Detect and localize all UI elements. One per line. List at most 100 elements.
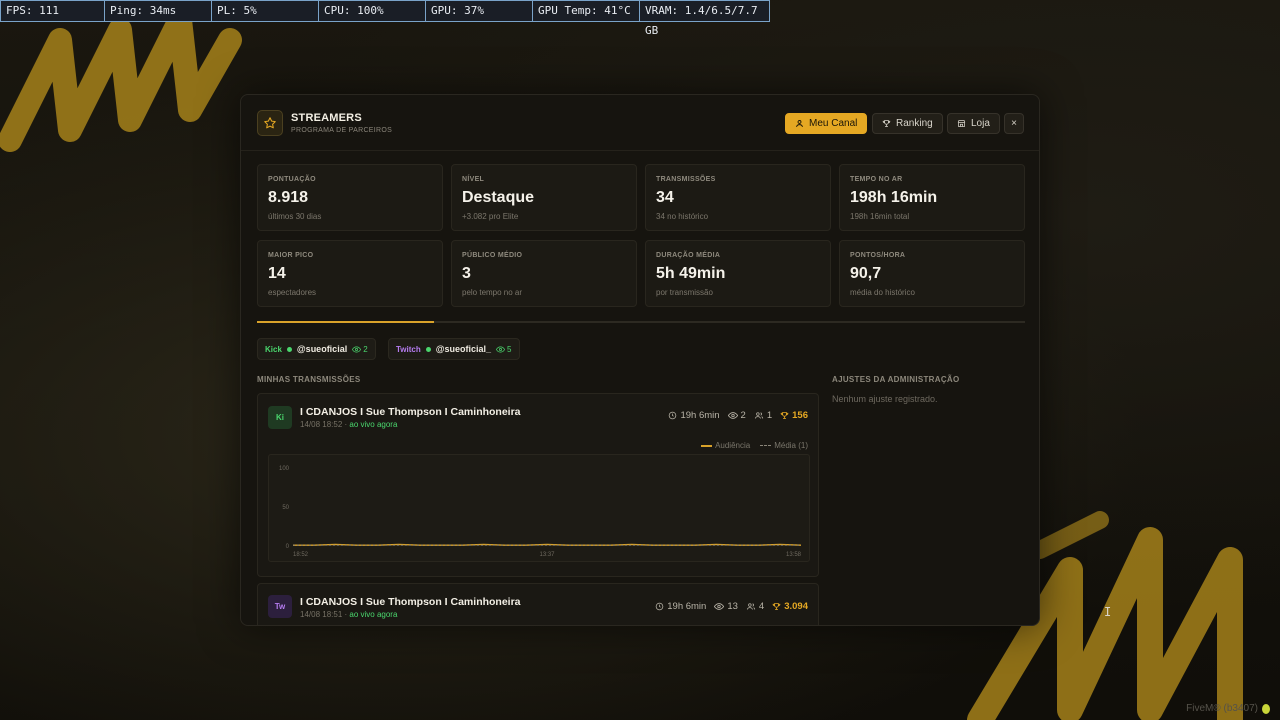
packet-loss-readout: PL: 5% [212,0,319,22]
stat-sub: 34 no histórico [656,212,709,221]
stat-sub: por transmissão [656,288,713,297]
performance-overlay: FPS: 111 Ping: 34ms PL: 5% CPU: 100% GPU… [0,0,770,37]
stat-value: 3 [462,265,471,282]
trophy-icon [772,603,781,610]
stat-label: PONTOS/HORA [850,252,906,259]
stat-sub: média do histórico [850,288,915,297]
stat-value: 34 [656,189,674,206]
stat-value: Destaque [462,189,535,206]
channel-handle: @sueoficial_ [435,344,492,354]
viewer-count-value: 2 [363,344,368,354]
stat-card-points-per-hour: PONTOS/HORA 90,7 média do histórico [839,240,1025,307]
stat-sub: 198h 16min total [850,212,910,221]
fivem-watermark: FiveM® (b3407) [1186,703,1270,714]
platform-name: Twitch [396,344,421,354]
stat-label: NÍVEL [462,176,485,183]
stream-title: I CDANJOS I Sue Thompson I Caminhoneira [300,596,521,608]
background-scribble-left [0,20,242,152]
duration-value: 19h 6min [667,601,707,612]
ping-readout: Ping: 34ms [105,0,212,22]
stat-sub: +3.082 pro Elite [462,212,519,221]
eye-icon [714,603,725,610]
clock-icon [656,602,664,611]
text-cursor-icon: I [1104,605,1112,619]
channel-chip-kick[interactable]: Kick @sueoficial 2 [257,338,376,360]
stream-date: 14/08 18:52 [300,420,343,429]
stat-value: 8.918 [268,189,309,206]
viewers-stat: 2 [727,410,746,421]
gpu-temp-readout: GPU Temp: 41°C [533,0,640,22]
eye-icon [496,345,506,353]
stat-card-airtime: TEMPO NO AR 198h 16min 198h 16min total [839,164,1025,231]
ranking-label: Ranking [896,118,933,129]
star-icon [257,110,283,136]
stat-card-peak: MAIOR PICO 14 espectadores [257,240,443,307]
legend-average-swatch [760,444,772,447]
stream-card[interactable]: Tw I CDANJOS I Sue Thompson I Caminhonei… [257,583,819,625]
duration-stat: 19h 6min [668,410,720,421]
x-tick-label: 18:52 [293,552,309,558]
stream-date: 14/08 18:51 [300,610,343,619]
live-dot-icon [425,346,431,352]
shop-label: Loja [971,118,990,129]
peak-value: 1 [766,410,773,421]
audience-chart-svg: 100 50 018:52 13:37 13:58 [279,466,802,558]
platform-badge: Tw [268,595,292,618]
stat-value: 198h 16min [850,189,938,206]
gpu-readout: GPU: 37% [426,0,533,22]
platform-name: Kick [265,344,282,354]
stream-meta: 14/08 18:52 · ao vivo agora [300,420,398,429]
points-stat: 3.094 [772,601,808,612]
y-tick-label: 100 [279,466,290,472]
y-tick-label: 50 [282,505,289,511]
my-channel-button[interactable]: Meu Canal [785,113,868,134]
channel-chip-twitch[interactable]: Twitch @sueoficial_ 5 [388,338,520,360]
stream-meta: 14/08 18:51 · ao vivo agora [300,610,398,619]
stat-sub: pelo tempo no ar [462,288,523,297]
viewers-value: 13 [727,601,738,612]
stat-label: PONTUAÇÃO [268,176,316,183]
channel-handle: @sueoficial [296,344,348,354]
stat-card-level: NÍVEL Destaque +3.082 pro Elite [451,164,637,231]
y-tick-label: 0 [286,544,290,550]
shop-button[interactable]: Loja [947,113,1000,134]
fps-readout: FPS: 111 [0,0,105,22]
panel-title: STREAMERS [291,112,362,124]
duration-stat: 19h 6min [655,601,706,612]
stat-card-streams: TRANSMISSÕES 34 34 no histórico [645,164,831,231]
users-icon [746,603,756,610]
fivem-brand: FiveM® (b3407) [1186,703,1258,714]
close-button[interactable]: × [1004,113,1024,134]
viewer-count: 5 [496,345,512,354]
level-progress-bar [257,321,1025,323]
viewer-count: 2 [352,344,368,354]
cpu-readout: CPU: 100% [319,0,426,22]
ranking-button[interactable]: Ranking [872,113,943,134]
legend-average-label: Média (1) [774,441,808,450]
eye-icon [727,412,738,419]
stat-value: 14 [268,265,286,282]
stream-title: I CDANJOS I Sue Thompson I Caminhoneira [300,406,521,418]
points-value: 156 [792,410,808,421]
peak-stat: 1 [754,410,772,421]
viewers-value: 2 [740,410,746,421]
stat-label: TEMPO NO AR [850,176,903,183]
x-tick-label: 13:58 [786,552,802,558]
x-tick-label: 13:37 [539,552,555,558]
live-dot-icon [286,346,292,352]
peak-value: 4 [758,601,765,612]
points-value: 3.094 [784,601,808,612]
admin-empty-message: Nenhum ajuste registrado. [832,394,938,404]
trophy-icon [882,120,891,127]
live-status: ao vivo agora [349,610,398,619]
stat-card-avg-audience: PÚBLICO MÉDIO 3 pelo tempo no ar [451,240,637,307]
duration-value: 19h 6min [680,410,720,421]
eye-icon [352,345,362,353]
stat-value: 90,7 [850,265,882,282]
my-streams-heading: MINHAS TRANSMISSÕES [257,375,361,384]
stat-card-score: PONTUAÇÃO 8.918 últimos 30 dias [257,164,443,231]
level-progress-fill [257,321,434,323]
stream-card[interactable]: Ki I CDANJOS I Sue Thompson I Caminhonei… [257,393,819,577]
peak-stat: 4 [746,601,764,612]
chart-legend: Audiência Média (1) [701,441,808,450]
